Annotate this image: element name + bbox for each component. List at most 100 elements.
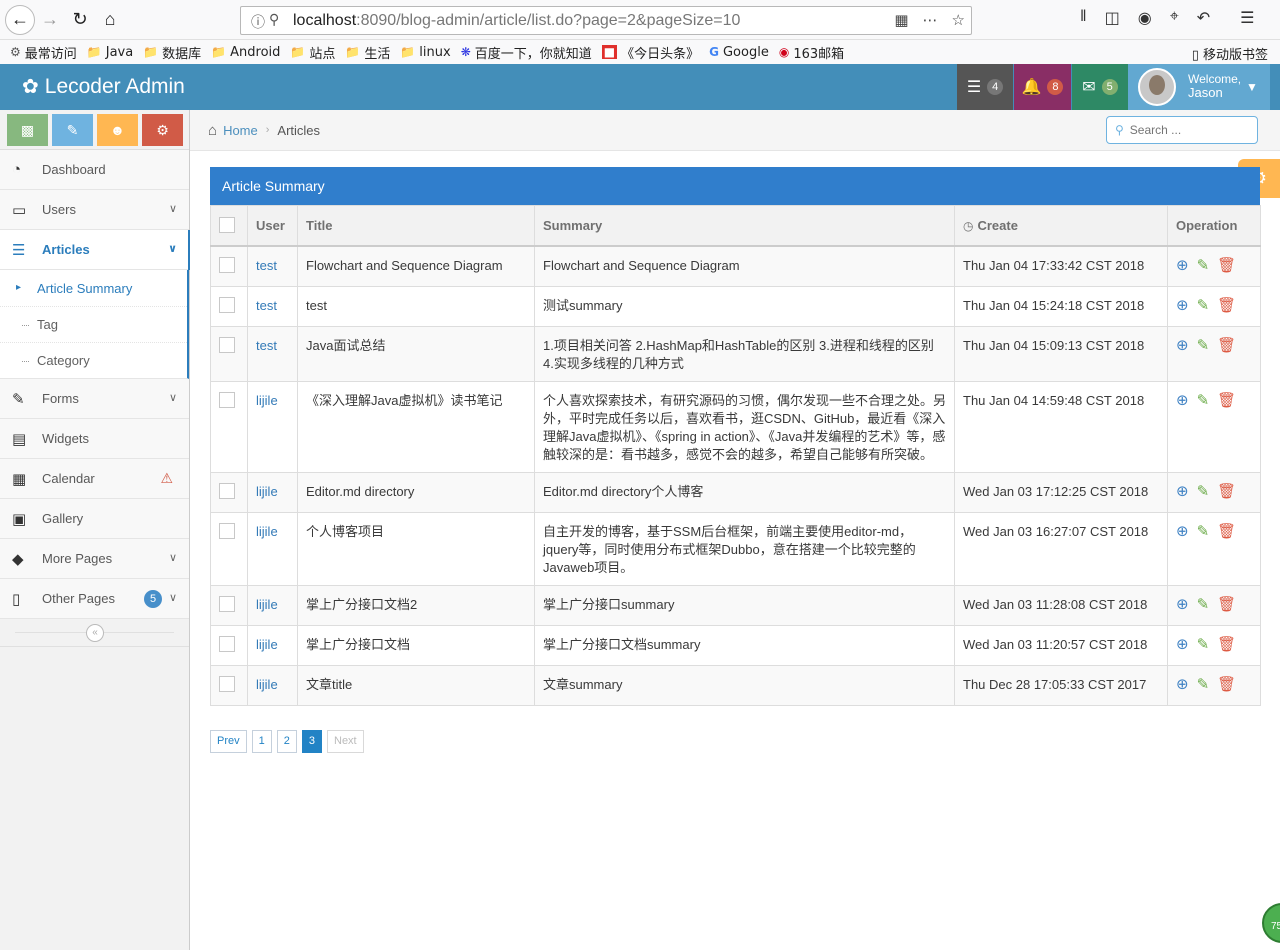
user-link[interactable]: lijile [256, 637, 278, 652]
select-all-checkbox[interactable] [219, 217, 235, 233]
user-link[interactable]: lijile [256, 524, 278, 539]
pencil-icon[interactable]: ✎ [1197, 483, 1210, 501]
submenu-item-tag[interactable]: Tag [0, 306, 187, 342]
sidebar-item-other-pages[interactable]: ▯ Other Pages 5 ∨ [0, 579, 189, 619]
signal-shortcut-button[interactable]: ▩ [7, 114, 48, 146]
trash-icon[interactable]: 🗑 [1217, 483, 1236, 501]
zoom-in-icon[interactable]: ⊕ [1176, 257, 1189, 275]
mobile-bookmarks[interactable]: ▯ 移动版书签 [1192, 44, 1268, 63]
breadcrumb-home-link[interactable]: Home [223, 123, 258, 138]
bookmark-item[interactable]: 📁 Java [87, 45, 133, 60]
prev-page-button[interactable]: Prev [210, 730, 247, 753]
chat-bubble-icon[interactable]: ◉ [1138, 8, 1152, 28]
pencil-icon[interactable]: ✎ [1197, 596, 1210, 614]
zoom-in-icon[interactable]: ⊕ [1176, 636, 1189, 654]
bookmark-item[interactable]: 📁 站点 [290, 43, 335, 62]
bookmark-star-icon[interactable]: ☆ [952, 11, 965, 29]
pencil-icon[interactable]: ✎ [1197, 297, 1210, 315]
pencil-icon[interactable]: ✎ [1197, 392, 1210, 410]
library-icon[interactable]: ‖ [1080, 8, 1087, 28]
trash-icon[interactable]: 🗑 [1217, 676, 1236, 694]
notifications-button[interactable]: 🔔 8 [1014, 64, 1071, 110]
user-link[interactable]: test [256, 258, 277, 273]
page-button-3[interactable]: 3 [301, 730, 322, 753]
zoom-in-icon[interactable]: ⊕ [1176, 676, 1189, 694]
zoom-in-icon[interactable]: ⊕ [1176, 523, 1189, 541]
screenshot-icon[interactable]: ⌖ [1170, 8, 1179, 28]
row-checkbox[interactable] [219, 522, 235, 539]
brand[interactable]: ✿ Lecoder Admin [22, 74, 185, 99]
info-icon[interactable]: ⓘ [251, 12, 265, 32]
user-link[interactable]: lijile [256, 393, 278, 408]
reload-icon[interactable]: ↻ [65, 5, 95, 35]
pencil-icon[interactable]: ✎ [1197, 257, 1210, 275]
home-icon[interactable]: ⌂ [95, 5, 125, 35]
row-checkbox[interactable] [219, 391, 235, 408]
search-input[interactable] [1129, 123, 1250, 137]
user-link[interactable]: lijile [256, 484, 278, 499]
trash-icon[interactable]: 🗑 [1217, 523, 1236, 541]
messages-button[interactable]: ✉ 5 [1072, 64, 1128, 110]
hamburger-menu-icon[interactable]: ☰ [1240, 8, 1254, 28]
forward-arrow-icon[interactable]: → [35, 5, 65, 35]
trash-icon[interactable]: 🗑 [1217, 392, 1236, 410]
bookmark-item[interactable]: 📁 生活 [345, 43, 390, 62]
bookmark-item[interactable]: ◉ 163邮箱 [779, 43, 844, 62]
user-link[interactable]: test [256, 338, 277, 353]
back-arrow-icon[interactable]: ← [5, 4, 35, 35]
pencil-icon[interactable]: ✎ [1197, 636, 1210, 654]
tasks-button[interactable]: ☰ 4 [957, 64, 1013, 110]
row-checkbox[interactable] [219, 336, 235, 353]
sidebar-item-articles[interactable]: ☰ Articles ∨ [0, 230, 190, 270]
sidebar-item-users[interactable]: ▭ Users ∨ [0, 190, 189, 230]
bookmark-item[interactable]: 📁 Android [211, 45, 280, 60]
more-dots-icon[interactable]: ⋯ [923, 11, 938, 29]
bookmark-item[interactable]: ❋ 百度一下，你就知道 [461, 43, 592, 62]
zoom-in-icon[interactable]: ⊕ [1176, 337, 1189, 355]
sidebar-item-dashboard[interactable]: ◔ Dashboard [0, 150, 189, 190]
sidebar-icon[interactable]: ◫ [1105, 8, 1120, 28]
row-checkbox[interactable] [219, 675, 235, 692]
sidebar-item-gallery[interactable]: ▣ Gallery [0, 499, 189, 539]
bookmark-item[interactable]: 📁 linux [400, 45, 450, 60]
user-link[interactable]: lijile [256, 597, 278, 612]
row-checkbox[interactable] [219, 256, 235, 273]
row-checkbox[interactable] [219, 635, 235, 652]
zoom-in-icon[interactable]: ⊕ [1176, 483, 1189, 501]
user-link[interactable]: lijile [256, 677, 278, 692]
zoom-in-icon[interactable]: ⊕ [1176, 596, 1189, 614]
sidebar-item-calendar[interactable]: ▦ Calendar ⚠ [0, 459, 189, 499]
qr-code-icon[interactable]: ▦ [894, 11, 908, 29]
user-menu[interactable]: Welcome, Jason ▼ [1128, 64, 1270, 110]
zoom-in-icon[interactable]: ⊕ [1176, 392, 1189, 410]
bookmark-item[interactable]: ■ 《今日头条》 [601, 43, 699, 62]
sidebar-item-forms[interactable]: ✎ Forms ∨ [0, 379, 189, 419]
trash-icon[interactable]: 🗑 [1217, 297, 1236, 315]
submenu-item-article-summary[interactable]: ▸ Article Summary [0, 270, 187, 306]
trash-icon[interactable]: 🗑 [1217, 636, 1236, 654]
page-button-2[interactable]: 2 [276, 730, 297, 753]
corner-badge[interactable]: 75 [1262, 903, 1280, 943]
users-shortcut-button[interactable]: ☻ [97, 114, 138, 146]
user-link[interactable]: test [256, 298, 277, 313]
trash-icon[interactable]: 🗑 [1217, 596, 1236, 614]
pencil-icon[interactable]: ✎ [1197, 523, 1210, 541]
row-checkbox[interactable] [219, 595, 235, 612]
submenu-item-category[interactable]: Category [0, 342, 187, 378]
url-bar[interactable]: ⓘ ⚲ localhost:8090/blog-admin/article/li… [240, 6, 972, 35]
page-button-1[interactable]: 1 [251, 730, 272, 753]
pencil-icon[interactable]: ✎ [1197, 337, 1210, 355]
trash-icon[interactable]: 🗑 [1217, 337, 1236, 355]
cogs-shortcut-button[interactable]: ⚙ [142, 114, 183, 146]
trash-icon[interactable]: 🗑 [1217, 257, 1236, 275]
row-checkbox[interactable] [219, 482, 235, 499]
url-text[interactable]: localhost:8090/blog-admin/article/list.d… [293, 12, 740, 30]
bookmark-item[interactable]: ⚙ 最常访问 [10, 43, 77, 62]
bookmark-item[interactable]: G Google [709, 45, 769, 60]
sidebar-item-widgets[interactable]: ▤ Widgets [0, 419, 189, 459]
bookmark-item[interactable]: 📁 数据库 [143, 43, 201, 62]
pencil-shortcut-button[interactable]: ✎ [52, 114, 93, 146]
undo-icon[interactable]: ↶ [1197, 8, 1210, 28]
sidebar-item-more-pages[interactable]: ◆ More Pages ∨ [0, 539, 189, 579]
row-checkbox[interactable] [219, 296, 235, 313]
